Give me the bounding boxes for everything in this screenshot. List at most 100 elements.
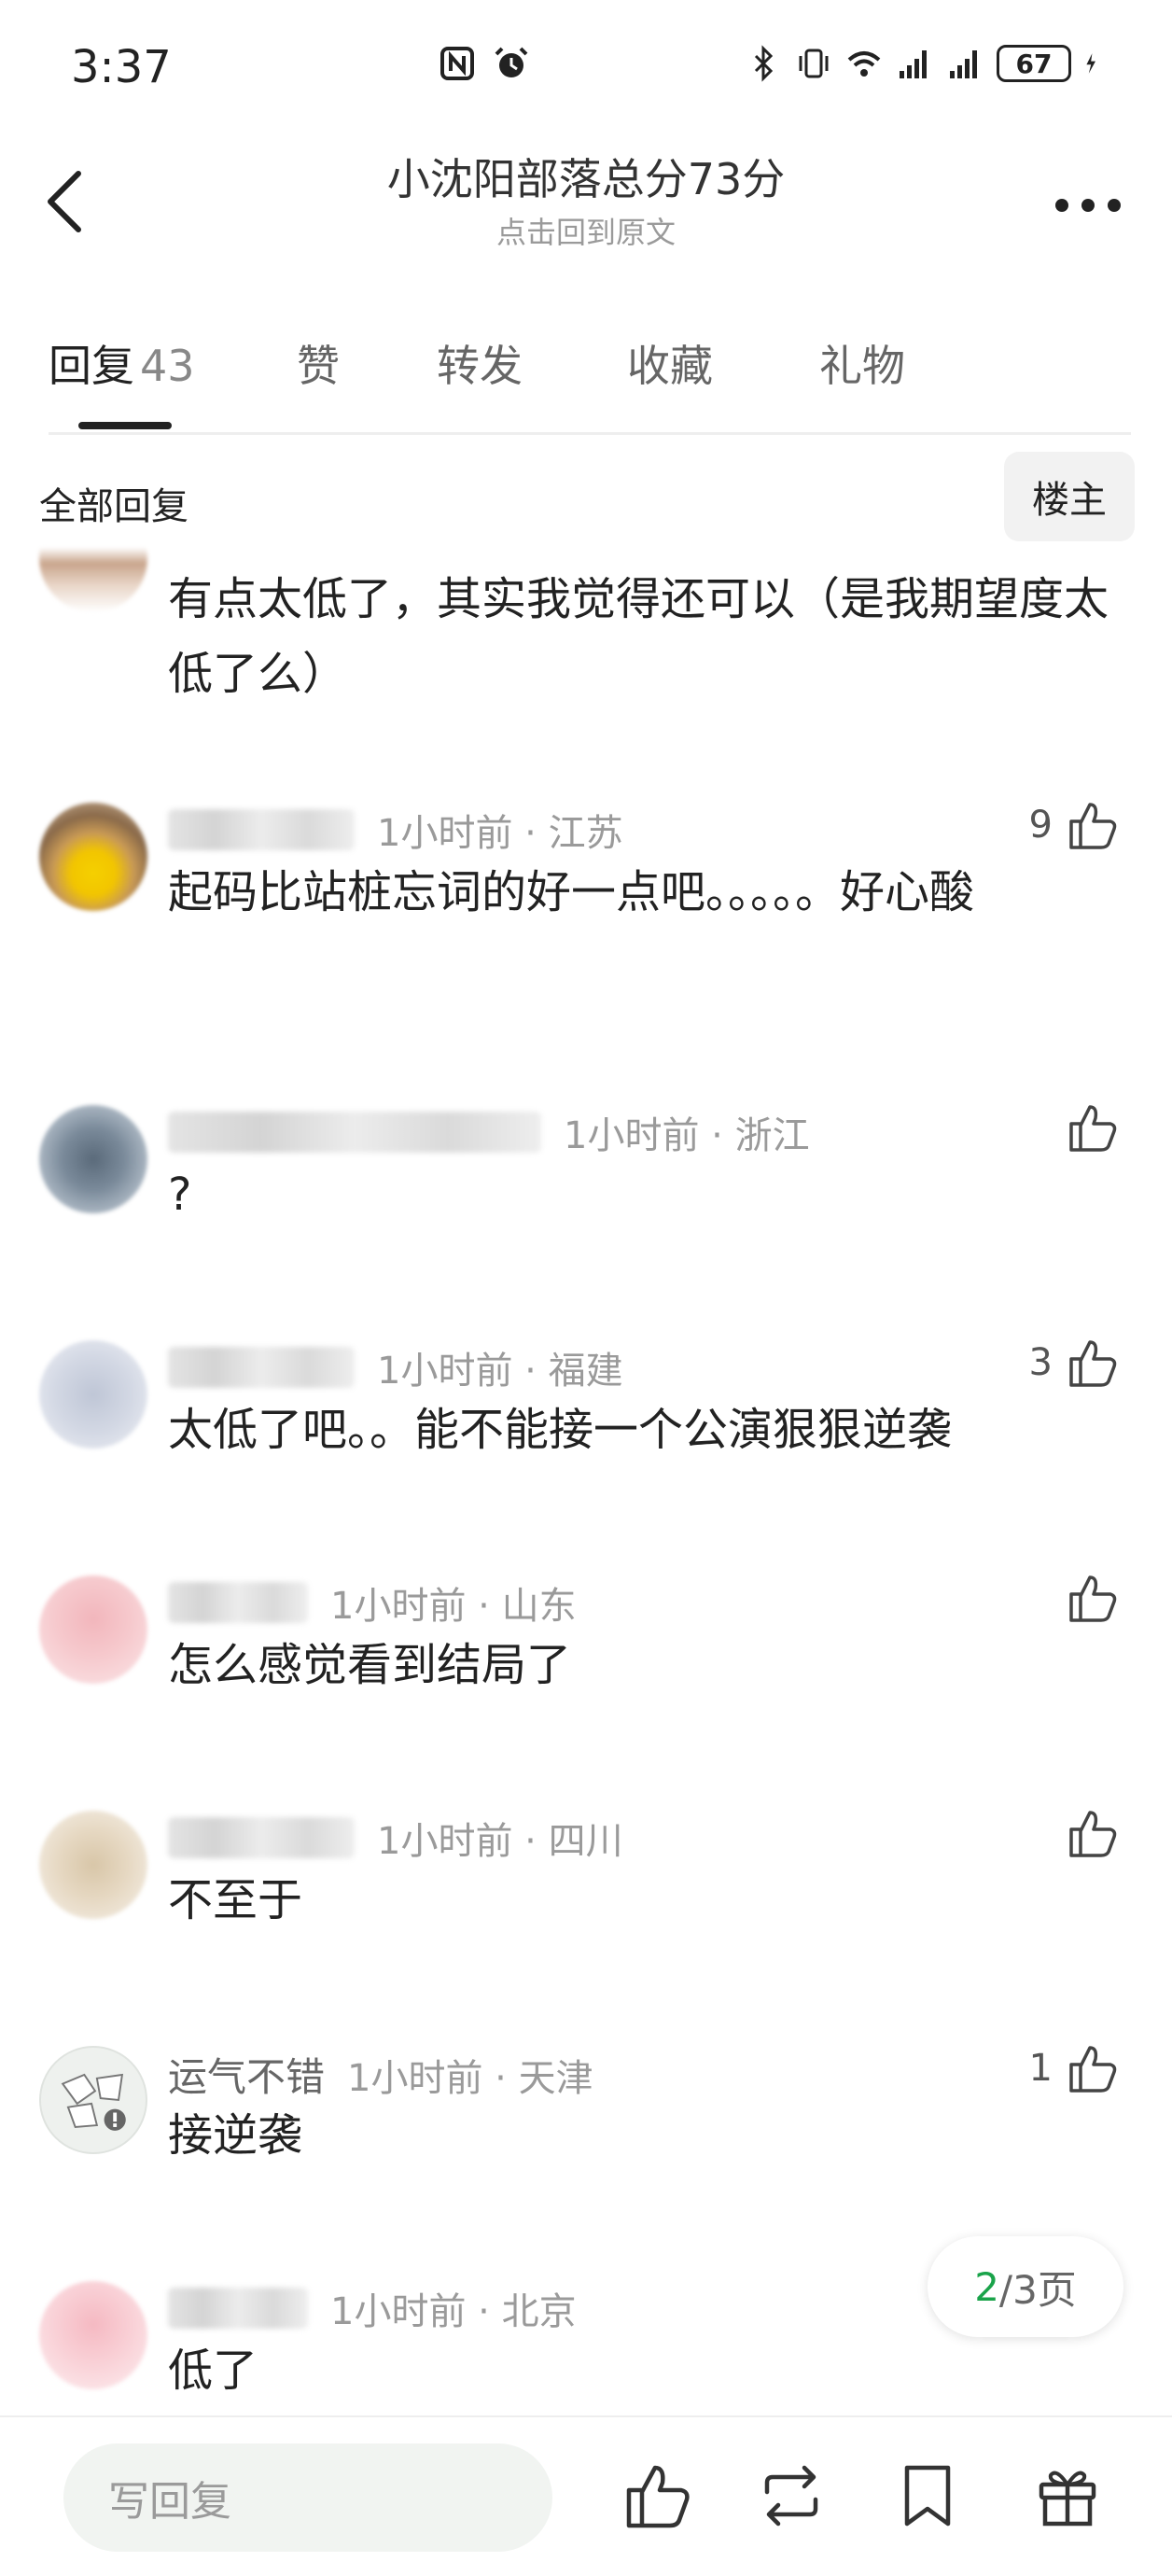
comment-header: 1小时前 · 北京 bbox=[168, 2281, 577, 2335]
comment-meta: 1小时前 · 四川 bbox=[377, 1820, 623, 1863]
comment-text: 低了 bbox=[168, 2345, 258, 2397]
comment-text: 太低了吧。。能不能接一个公演狠狠逆袭 bbox=[168, 1404, 953, 1456]
avatar[interactable] bbox=[39, 541, 147, 612]
bookmark-icon[interactable] bbox=[890, 2458, 965, 2533]
page-indicator[interactable]: 2/3页 bbox=[928, 2236, 1123, 2337]
bluetooth-icon bbox=[754, 45, 774, 82]
username-blurred[interactable] bbox=[168, 1112, 541, 1153]
username-blurred[interactable] bbox=[168, 1582, 308, 1623]
thumbs-up-icon bbox=[1069, 1575, 1117, 1622]
comment-text: 不至于 bbox=[168, 1874, 303, 1926]
comment-header: 1小时前 · 山东 bbox=[168, 1575, 577, 1630]
thumbs-up-icon bbox=[1069, 1811, 1117, 1857]
signal-icon bbox=[950, 50, 977, 78]
username[interactable]: 运气不错 bbox=[168, 2046, 325, 2103]
comment-meta: 1小时前 · 浙江 bbox=[564, 1114, 810, 1157]
tab-favorites[interactable]: 收藏 bbox=[627, 332, 713, 394]
comment-location: 江苏 bbox=[548, 812, 623, 855]
avatar[interactable] bbox=[39, 2281, 147, 2389]
comment-header: 1小时前 · 江苏 bbox=[168, 803, 623, 857]
current-page: 2 bbox=[974, 2263, 999, 2310]
tab-gifts[interactable]: 礼物 bbox=[819, 332, 905, 394]
status-time: 3:37 bbox=[71, 41, 172, 93]
comment-header: 1小时前 · 浙江 bbox=[168, 1105, 810, 1159]
like-icon[interactable] bbox=[620, 2458, 694, 2533]
like-button[interactable] bbox=[1064, 1805, 1120, 1861]
username-blurred[interactable] bbox=[168, 809, 355, 850]
gift-icon[interactable] bbox=[1030, 2458, 1105, 2533]
like-button[interactable]: 3 bbox=[1029, 1335, 1120, 1391]
comment-meta: 1小时前 · 天津 bbox=[347, 2056, 593, 2100]
alarm-icon bbox=[495, 47, 528, 77]
tab-replies[interactable]: 回复 43 bbox=[49, 332, 195, 394]
status-icons-right: 67 bbox=[745, 45, 1107, 82]
comment-time: 1小时前 bbox=[377, 1820, 513, 1863]
page-title: 小沈阳部落总分73分 bbox=[386, 154, 786, 204]
wifi-icon bbox=[847, 51, 881, 77]
tab-likes[interactable]: 赞 bbox=[297, 332, 340, 394]
comment-text: 接逆袭 bbox=[168, 2109, 303, 2162]
all-replies-label[interactable]: 全部回复 bbox=[39, 476, 188, 530]
username-blurred[interactable] bbox=[168, 2288, 308, 2329]
charging-icon bbox=[1086, 53, 1095, 74]
comment-time: 1小时前 bbox=[564, 1114, 700, 1157]
username-blurred[interactable] bbox=[168, 1817, 355, 1858]
op-only-button[interactable]: 楼主 bbox=[1004, 452, 1135, 541]
comment-item: 1小时前 · 山东 怎么感觉看到结局了 bbox=[0, 1575, 1172, 1743]
like-button[interactable] bbox=[1064, 1570, 1120, 1626]
comment-time: 1小时前 bbox=[347, 2056, 483, 2100]
avatar[interactable] bbox=[39, 1811, 147, 1919]
comment-location: 山东 bbox=[501, 1585, 577, 1628]
comment-header: 运气不错 1小时前 · 天津 bbox=[168, 2046, 593, 2103]
like-count: 3 bbox=[1028, 1341, 1053, 1384]
avatar[interactable] bbox=[39, 1105, 147, 1213]
comment-item: 1小时前 · 江苏 9 起码比站桩忘词的好一点吧。。。。。好心酸 bbox=[0, 803, 1172, 1045]
avatar[interactable] bbox=[39, 2046, 147, 2154]
status-icons-center bbox=[439, 45, 530, 82]
comment-location: 四川 bbox=[548, 1820, 623, 1863]
avatar[interactable] bbox=[39, 1340, 147, 1449]
default-avatar-icon bbox=[61, 2073, 126, 2131]
tab-count: 43 bbox=[140, 341, 195, 391]
comment-meta: 1小时前 · 江苏 bbox=[377, 812, 623, 855]
comment-text: 怎么感觉看到结局了 bbox=[168, 1639, 572, 1691]
thumbs-up-icon bbox=[1069, 803, 1117, 849]
like-button[interactable]: 9 bbox=[1029, 797, 1120, 853]
avatar[interactable] bbox=[39, 803, 147, 911]
comment-time: 1小时前 bbox=[330, 1585, 467, 1628]
comment-item: 运气不错 1小时前 · 天津 1 接逆袭 bbox=[0, 2046, 1172, 2214]
comment-time: 1小时前 bbox=[377, 1350, 513, 1393]
comment-item: 有点太低了，其实我觉得还可以（是我期望度太低了么） bbox=[0, 541, 1172, 709]
comment-location: 浙江 bbox=[734, 1114, 810, 1157]
reply-filter-row: 全部回复 楼主 bbox=[0, 448, 1172, 551]
comment-list: 有点太低了，其实我觉得还可以（是我期望度太低了么） 1小时前 · 江苏 9 起码… bbox=[0, 541, 1172, 2408]
comment-meta: 1小时前 · 福建 bbox=[377, 1350, 623, 1393]
tab-label: 回复 bbox=[49, 341, 134, 391]
more-options-icon[interactable] bbox=[1051, 187, 1125, 224]
comment-location: 北京 bbox=[501, 2290, 577, 2333]
signal-icon bbox=[900, 50, 927, 78]
comment-location: 天津 bbox=[518, 2056, 593, 2100]
avatar[interactable] bbox=[39, 1575, 147, 1684]
thumbs-up-icon bbox=[1069, 2046, 1117, 2093]
tab-active-indicator bbox=[78, 422, 172, 429]
back-to-post-link[interactable]: 点击回到原文 bbox=[0, 209, 1172, 252]
repost-icon[interactable] bbox=[754, 2458, 829, 2533]
tab-reposts[interactable]: 转发 bbox=[437, 332, 523, 394]
comment-header: 1小时前 · 四川 bbox=[168, 1811, 623, 1865]
nfc-icon bbox=[440, 47, 474, 80]
comment-time: 1小时前 bbox=[377, 812, 513, 855]
comment-item: 1小时前 · 福建 3 太低了吧。。能不能接一个公演狠狠逆袭 bbox=[0, 1340, 1172, 1508]
comment-time: 1小时前 bbox=[330, 2290, 467, 2333]
like-button[interactable] bbox=[1064, 1099, 1120, 1155]
status-bar: 3:37 67 bbox=[0, 0, 1172, 131]
comment-meta: 1小时前 · 北京 bbox=[330, 2290, 577, 2333]
username-blurred[interactable] bbox=[168, 1347, 355, 1388]
thumbs-up-icon bbox=[1069, 1340, 1117, 1387]
bottom-action-bar: 写回复 bbox=[0, 2415, 1172, 2576]
reply-input[interactable]: 写回复 bbox=[63, 2443, 552, 2552]
like-button[interactable]: 1 bbox=[1029, 2040, 1120, 2096]
comment-header: 1小时前 · 福建 bbox=[168, 1340, 623, 1394]
like-count: 9 bbox=[1028, 804, 1053, 847]
like-count: 1 bbox=[1028, 2047, 1053, 2090]
